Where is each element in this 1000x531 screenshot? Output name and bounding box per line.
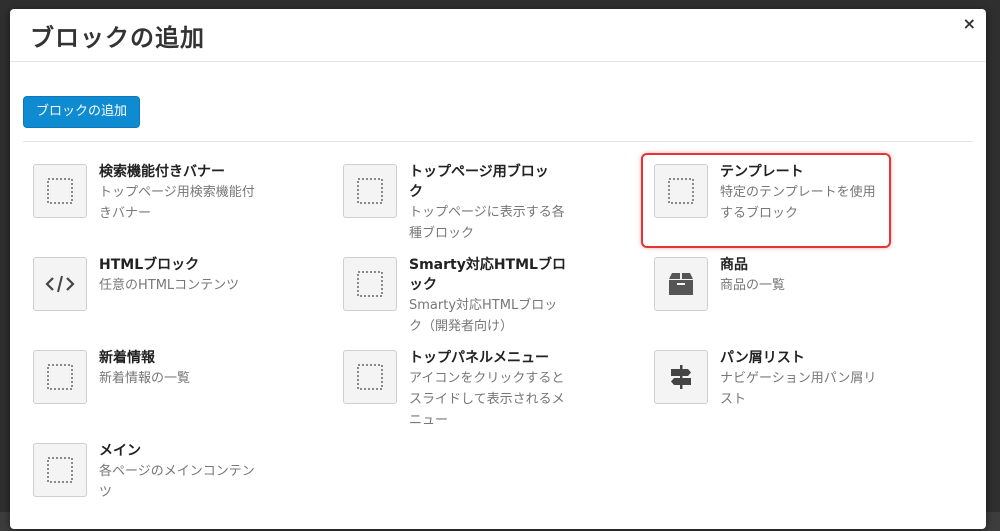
block-description: 各ページのメインコンテンツ: [99, 464, 255, 500]
block-description: 任意のHTMLコンテンツ: [99, 278, 240, 293]
highlight-box: [641, 153, 891, 248]
block-item-html-block[interactable]: HTMLブロック 任意のHTMLコンテンツ: [21, 257, 311, 345]
block-description: トップページ用検索機能付きバナー: [99, 185, 255, 221]
signpost-icon: [654, 350, 708, 404]
block-item-top-panel-menu[interactable]: トップパネルメニュー アイコンをクリックするとスライドして表示されるメニュー: [331, 350, 621, 438]
divider: [23, 141, 973, 142]
block-name: トップページ用ブロック: [409, 164, 549, 200]
dotted-square-icon: [33, 164, 87, 218]
block-name: 商品: [720, 257, 748, 273]
block-name: 検索機能付きバナー: [99, 164, 225, 180]
block-description: Smarty対応HTMLブロック（開発者向け）: [409, 298, 558, 334]
block-description: トップページに表示する各種ブロック: [409, 205, 565, 241]
block-name: HTMLブロック: [99, 257, 200, 273]
block-item-breadcrumb[interactable]: パン屑リスト ナビゲーション用パン屑リスト: [642, 350, 932, 438]
block-description: アイコンをクリックするとスライドして表示されるメニュー: [409, 371, 565, 428]
block-name: パン屑リスト: [720, 350, 805, 366]
block-description: 新着情報の一覧: [99, 371, 191, 386]
close-icon[interactable]: ×: [963, 14, 976, 33]
dotted-square-icon: [343, 350, 397, 404]
block-description: ナビゲーション用パン屑リスト: [720, 371, 877, 407]
dotted-square-icon: [343, 257, 397, 311]
block-name: Smarty対応HTMLブロック: [409, 257, 566, 293]
add-block-button[interactable]: ブロックの追加: [23, 96, 141, 128]
dotted-square-icon: [33, 350, 87, 404]
block-item-news[interactable]: 新着情報 新着情報の一覧: [21, 350, 311, 438]
dotted-square-icon: [33, 443, 87, 497]
modal-header: ブロックの追加 ×: [10, 9, 986, 62]
block-name: 新着情報: [99, 350, 155, 366]
block-name: メイン: [99, 443, 141, 459]
block-item-smarty-html-block[interactable]: Smarty対応HTMLブロック Smarty対応HTMLブロック（開発者向け）: [331, 257, 621, 345]
dotted-square-icon: [343, 164, 397, 218]
box-icon: [654, 257, 708, 311]
block-item-products[interactable]: 商品 商品の一覧: [642, 257, 932, 345]
modal-title: ブロックの追加: [30, 24, 205, 52]
add-block-modal: ブロックの追加 × ブロックの追加 検索機能付きバナー トップページ用検索機能付…: [10, 9, 986, 529]
block-item-search-banner[interactable]: 検索機能付きバナー トップページ用検索機能付きバナー: [21, 164, 311, 252]
block-name: トップパネルメニュー: [409, 350, 549, 366]
block-description: 商品の一覧: [720, 278, 786, 293]
block-item-top-page-block[interactable]: トップページ用ブロック トップページに表示する各種ブロック: [331, 164, 621, 252]
code-icon: [33, 257, 87, 311]
block-item-main[interactable]: メイン 各ページのメインコンテンツ: [21, 443, 311, 531]
